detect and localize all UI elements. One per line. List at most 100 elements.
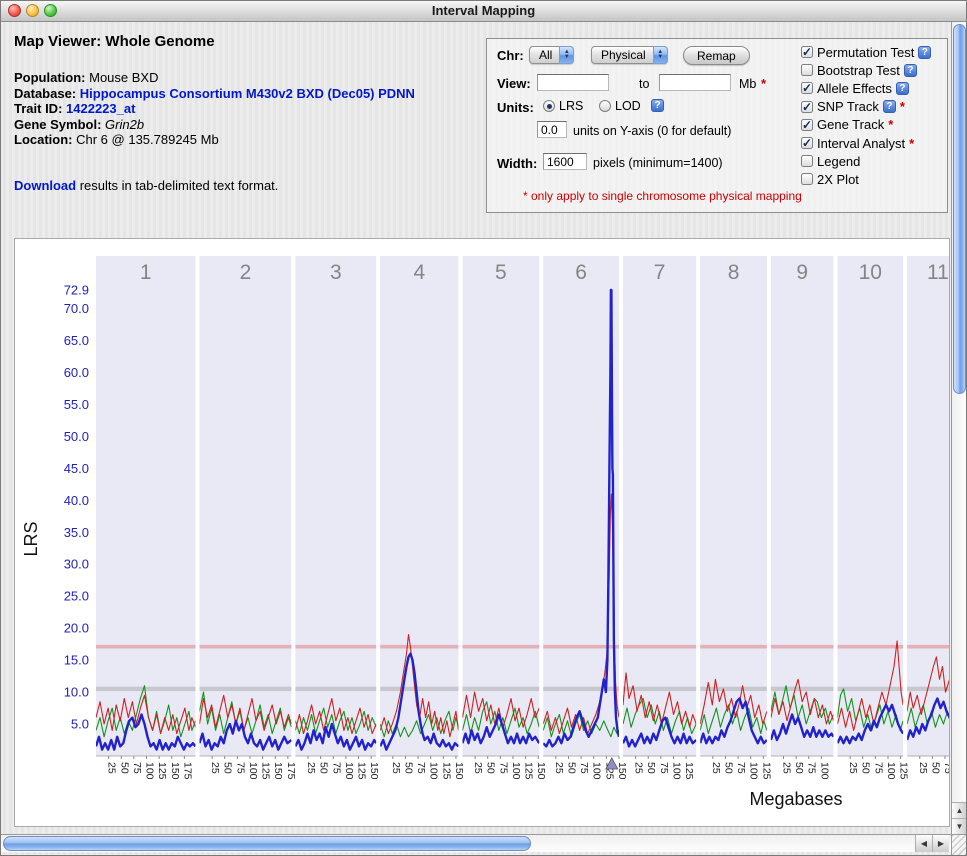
- x-axis-tick-label: 50: [929, 762, 941, 774]
- x-axis-tick-label: 25: [209, 762, 221, 774]
- vertical-scrollbar-thumb[interactable]: [953, 24, 966, 394]
- checkbox-checked-icon[interactable]: ✓: [801, 46, 813, 58]
- checkbox-unchecked-icon[interactable]: [801, 173, 813, 185]
- width-input[interactable]: [543, 153, 587, 170]
- checkbox-row-bootstrap-test[interactable]: Bootstrap Test?: [801, 61, 931, 79]
- suggestive-threshold-line: [771, 687, 834, 691]
- chromosome-lane-7[interactable]: [623, 256, 696, 756]
- chromosome-number: 10: [859, 261, 882, 284]
- checkbox-checked-icon[interactable]: ✓: [801, 137, 813, 149]
- help-icon[interactable]: ?: [918, 46, 931, 59]
- genome-map-panel: 72.970.065.060.055.050.045.040.035.030.0…: [14, 238, 950, 827]
- scroll-down-icon[interactable]: ▼: [952, 818, 967, 834]
- help-icon[interactable]: ?: [883, 100, 896, 113]
- units-help-icon[interactable]: ?: [651, 99, 664, 112]
- y-axis-tick-label: 40.0: [64, 493, 89, 508]
- x-axis-tick-label: 25: [106, 762, 118, 774]
- checkbox-row-2x-plot[interactable]: 2X Plot: [801, 170, 931, 188]
- database-link[interactable]: Hippocampus Consortium M430v2 BXD (Dec05…: [80, 86, 415, 101]
- x-axis-tick-label: 175: [181, 762, 193, 780]
- controls-panel: Chr: All Physical Remap View: to Mb * Un…: [486, 38, 948, 213]
- checkbox-row-permutation-test[interactable]: ✓Permutation Test?: [801, 43, 931, 61]
- x-axis-tick-label: 75: [806, 762, 818, 774]
- chromosome-lane-1[interactable]: [96, 256, 195, 756]
- mapping-type-select[interactable]: Physical: [591, 46, 668, 64]
- required-star: *: [909, 136, 914, 151]
- checkbox-unchecked-icon[interactable]: [801, 64, 813, 76]
- checkbox-checked-icon[interactable]: ✓: [801, 119, 813, 131]
- checkbox-row-snp-track[interactable]: ✓SNP Track?*: [801, 98, 931, 116]
- checkbox-row-interval-analyst[interactable]: ✓Interval Analyst*: [801, 134, 931, 152]
- chromosome-lane-4[interactable]: [380, 256, 458, 756]
- trait-id-label: Trait ID:: [14, 101, 62, 116]
- checkbox-checked-icon[interactable]: ✓: [801, 82, 813, 94]
- horizontal-scrollbar[interactable]: ◀ ▶: [0, 834, 951, 852]
- trait-id-link[interactable]: 1422223_at: [66, 101, 135, 116]
- y-axis-tick-label: 25.0: [64, 589, 89, 604]
- checkbox-row-allele-effects[interactable]: ✓Allele Effects?: [801, 79, 931, 97]
- x-axis-tick-label: 100: [247, 762, 259, 780]
- view-from-input[interactable]: [537, 74, 609, 91]
- checkbox-unchecked-icon[interactable]: [801, 155, 813, 167]
- download-line: Download results in tab-delimited text f…: [14, 178, 474, 193]
- x-axis-tick-label: 150: [169, 762, 181, 780]
- chromosome-number: 11: [927, 261, 949, 284]
- chromosome-lane-2[interactable]: [199, 256, 291, 756]
- chromosome-lane-8[interactable]: [700, 256, 767, 756]
- x-axis-tick-label: 125: [156, 762, 168, 780]
- significant-threshold-line: [837, 645, 903, 649]
- view-to-input[interactable]: [659, 74, 731, 91]
- checkbox-label: SNP Track: [817, 99, 879, 114]
- chr-label: Chr:: [497, 48, 524, 63]
- chromosome-lane-10[interactable]: [837, 256, 903, 756]
- titlebar[interactable]: Interval Mapping: [0, 0, 967, 22]
- header-info: Map Viewer: Whole Genome Population: Mou…: [14, 33, 474, 193]
- x-axis-tick-label: 50: [485, 762, 497, 774]
- x-axis-tick-label: 75: [735, 762, 747, 774]
- x-axis-tick-label: 75: [942, 762, 949, 774]
- x-axis-tick-label: 150: [368, 762, 380, 780]
- database-line: Database: Hippocampus Consortium M430v2 …: [14, 86, 474, 102]
- help-icon[interactable]: ?: [896, 82, 909, 95]
- checkbox-label: Bootstrap Test: [817, 63, 900, 78]
- scroll-left-icon[interactable]: ◀: [915, 835, 932, 852]
- radio-lrs-label: LRS: [559, 99, 583, 113]
- x-axis-tick-label: 75: [497, 762, 509, 774]
- significant-threshold-line: [771, 645, 834, 649]
- x-axis-tick-label: 50: [118, 762, 130, 774]
- radio-lod[interactable]: LOD: [599, 99, 641, 113]
- checkbox-row-gene-track[interactable]: ✓Gene Track*: [801, 116, 931, 134]
- y-axis-tick-label: 70.0: [64, 301, 89, 316]
- checkbox-row-legend[interactable]: Legend: [801, 152, 931, 170]
- vertical-scrollbar[interactable]: ▲ ▼: [951, 22, 967, 834]
- gene-symbol-line: Gene Symbol: Grin2b: [14, 117, 474, 133]
- checkbox-checked-icon[interactable]: ✓: [801, 101, 813, 113]
- horizontal-scrollbar-thumb[interactable]: [3, 836, 531, 851]
- yaxis-units-input[interactable]: [537, 121, 567, 138]
- chromosome-lane-9[interactable]: [771, 256, 834, 756]
- x-axis-tick-label: 25: [633, 762, 645, 774]
- y-axis-tick-label: 55.0: [64, 397, 89, 412]
- x-axis-tick-label: 75: [131, 762, 143, 774]
- x-axis-tick-label: 100: [591, 762, 603, 780]
- x-axis-tick-label: 150: [453, 762, 465, 780]
- radio-lod-icon[interactable]: [599, 100, 611, 112]
- scroll-right-icon[interactable]: ▶: [932, 835, 949, 852]
- suggestive-threshold-line: [543, 687, 619, 691]
- help-icon[interactable]: ?: [904, 64, 917, 77]
- scroll-up-icon[interactable]: ▲: [952, 802, 967, 818]
- x-axis-tick-label: 150: [616, 762, 628, 780]
- chromosome-lane-5[interactable]: [462, 256, 539, 756]
- download-link[interactable]: Download: [14, 178, 76, 193]
- checkbox-label: Legend: [817, 154, 860, 169]
- x-axis-title: Megabases: [749, 789, 842, 809]
- window-resize-grip[interactable]: [951, 834, 967, 856]
- remap-button[interactable]: Remap: [683, 46, 750, 65]
- chromosome-lane-3[interactable]: [295, 256, 376, 756]
- chromosome-select[interactable]: All: [529, 46, 574, 64]
- x-axis-tick-label: 50: [793, 762, 805, 774]
- chromosome-number: 2: [240, 261, 252, 284]
- chromosome-lane-11[interactable]: [907, 256, 949, 756]
- radio-lrs[interactable]: LRS: [543, 99, 583, 113]
- radio-lrs-icon[interactable]: [543, 100, 555, 112]
